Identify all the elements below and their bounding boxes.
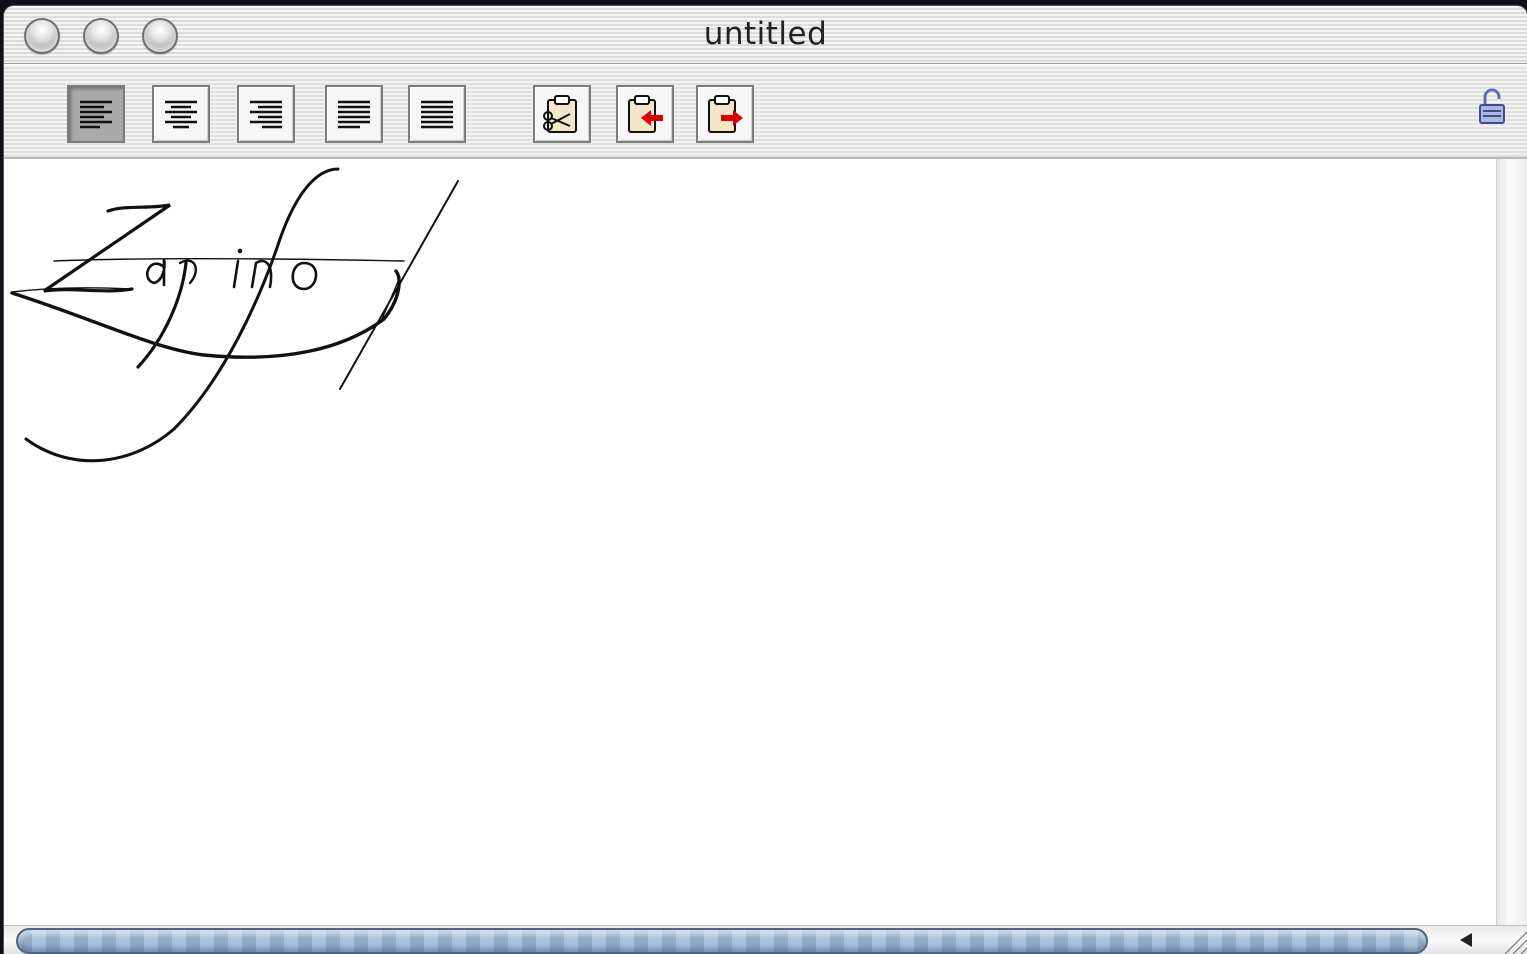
resize-grip-icon[interactable]	[1493, 925, 1527, 954]
vertical-scrollbar[interactable]	[1496, 159, 1527, 925]
align-right-button[interactable]	[237, 85, 295, 143]
align-left-icon	[80, 100, 112, 129]
clipboard-arrow-in-icon	[628, 95, 663, 133]
scissors-clipboard-icon	[543, 95, 577, 133]
cut-button[interactable]	[533, 85, 591, 143]
align-center-button[interactable]	[152, 85, 210, 143]
align-justify-icon	[338, 100, 370, 129]
copy-button[interactable]	[616, 85, 674, 143]
align-left-button[interactable]	[67, 85, 125, 143]
zapfino-sample-text	[10, 167, 459, 463]
align-right-icon	[250, 100, 282, 129]
align-justify-button[interactable]	[325, 85, 383, 143]
horizontal-scrollbar[interactable]	[4, 925, 1527, 954]
editor-window: untitled	[4, 6, 1527, 954]
clipboard-arrow-out-icon	[708, 95, 743, 133]
scroll-left-arrow-icon[interactable]	[1460, 933, 1472, 947]
paste-button[interactable]	[696, 85, 754, 143]
horizontal-scroll-thumb[interactable]	[16, 928, 1428, 954]
toolbar	[4, 65, 1527, 159]
align-center-icon	[165, 100, 197, 129]
lock-icon[interactable]	[1475, 87, 1509, 127]
document-text-area[interactable]	[4, 159, 1496, 925]
align-full-icon	[421, 100, 453, 129]
window-title: untitled	[703, 16, 828, 52]
align-full-button[interactable]	[408, 85, 466, 143]
title-bar[interactable]: untitled	[4, 6, 1527, 64]
